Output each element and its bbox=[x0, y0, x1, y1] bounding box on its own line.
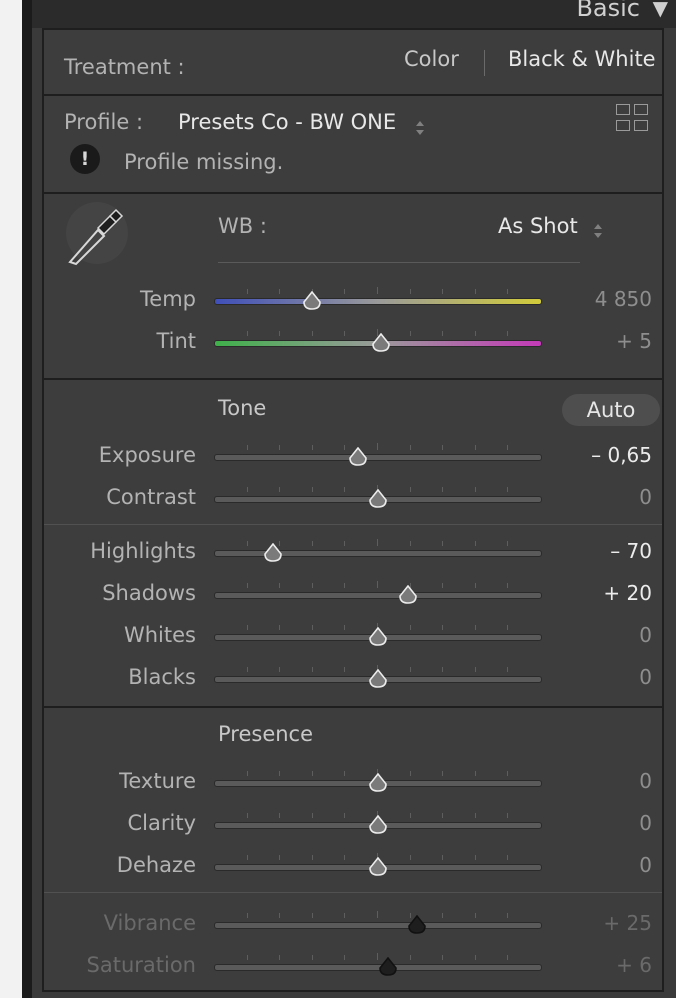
slider-contrast[interactable]: Contrast 0 bbox=[44, 477, 662, 517]
vibrance-ticks bbox=[214, 911, 542, 919]
exposure-track[interactable] bbox=[214, 454, 542, 461]
slider-blacks[interactable]: Blacks 0 bbox=[44, 657, 662, 697]
exposure-label: Exposure bbox=[98, 443, 196, 467]
stepper-arrows-icon[interactable] bbox=[414, 119, 426, 137]
exposure-value[interactable]: – 0,65 bbox=[591, 443, 652, 467]
temp-ticks bbox=[214, 287, 542, 295]
slider-exposure[interactable]: Exposure – 0,65 bbox=[44, 435, 662, 475]
slider-highlights[interactable]: Highlights – 70 bbox=[44, 531, 662, 571]
profile-warning: Profile missing. bbox=[124, 150, 284, 174]
slider-thumb-icon[interactable] bbox=[368, 815, 388, 835]
slider-thumb-icon[interactable] bbox=[368, 489, 388, 509]
exposure-ticks bbox=[214, 443, 542, 451]
presence-header: Presence bbox=[218, 722, 314, 746]
vibrance-label: Vibrance bbox=[103, 911, 196, 935]
slider-texture[interactable]: Texture 0 bbox=[44, 761, 662, 801]
slider-thumb-icon[interactable] bbox=[263, 543, 283, 563]
auto-tone-button[interactable]: Auto bbox=[562, 394, 660, 426]
basic-panel-header[interactable]: Basic ▼ bbox=[32, 0, 676, 28]
slider-thumb-icon[interactable] bbox=[368, 669, 388, 689]
shadows-label: Shadows bbox=[102, 581, 196, 605]
vibrance-track[interactable] bbox=[214, 922, 542, 929]
profile-dropdown[interactable]: Presets Co - BW ONE bbox=[178, 110, 396, 134]
contrast-value[interactable]: 0 bbox=[639, 485, 652, 509]
divider bbox=[44, 524, 662, 525]
blacks-value[interactable]: 0 bbox=[639, 665, 652, 689]
treatment-separator bbox=[484, 50, 485, 76]
panel-edge bbox=[22, 0, 32, 998]
slider-thumb-icon[interactable] bbox=[368, 857, 388, 877]
slider-vibrance[interactable]: Vibrance + 25 bbox=[44, 903, 662, 943]
shadows-ticks bbox=[214, 581, 542, 589]
saturation-value[interactable]: + 6 bbox=[616, 953, 652, 977]
slider-thumb-icon[interactable] bbox=[371, 333, 391, 353]
slider-shadows[interactable]: Shadows + 20 bbox=[44, 573, 662, 613]
slider-thumb-icon[interactable] bbox=[398, 585, 418, 605]
wb-label: WB : bbox=[218, 214, 267, 238]
tint-label: Tint bbox=[156, 329, 196, 353]
slider-thumb-icon[interactable] bbox=[407, 915, 427, 935]
temp-track[interactable] bbox=[214, 298, 542, 305]
wb-underline bbox=[218, 262, 580, 263]
temp-label: Temp bbox=[140, 287, 196, 311]
slider-temp[interactable]: Temp 4 850 bbox=[44, 279, 662, 319]
treatment-label: Treatment : bbox=[64, 55, 185, 79]
dehaze-label: Dehaze bbox=[116, 853, 196, 877]
shadows-value[interactable]: + 20 bbox=[603, 581, 652, 605]
divider bbox=[44, 706, 662, 708]
profile-label: Profile : bbox=[64, 110, 144, 134]
left-edge-strip bbox=[0, 0, 22, 998]
basic-panel: Treatment : Color Black & White Profile … bbox=[42, 28, 664, 992]
slider-tint[interactable]: Tint + 5 bbox=[44, 321, 662, 361]
whites-value[interactable]: 0 bbox=[639, 623, 652, 647]
profile-grid-icon[interactable] bbox=[614, 102, 652, 134]
wb-dropdown[interactable]: As Shot bbox=[498, 214, 578, 238]
clarity-value[interactable]: 0 bbox=[639, 811, 652, 835]
divider bbox=[44, 892, 662, 893]
slider-thumb-icon[interactable] bbox=[378, 957, 398, 977]
dehaze-value[interactable]: 0 bbox=[639, 853, 652, 877]
divider bbox=[44, 94, 662, 96]
slider-thumb-icon[interactable] bbox=[302, 291, 322, 311]
slider-saturation[interactable]: Saturation + 6 bbox=[44, 945, 662, 985]
eyedropper-icon[interactable] bbox=[64, 202, 130, 268]
treatment-bw-option[interactable]: Black & White bbox=[508, 47, 656, 71]
blacks-label: Blacks bbox=[128, 665, 196, 689]
stepper-arrows-icon[interactable] bbox=[592, 222, 604, 240]
disclosure-triangle-icon[interactable]: ▼ bbox=[653, 0, 668, 20]
saturation-label: Saturation bbox=[86, 953, 196, 977]
contrast-label: Contrast bbox=[106, 485, 196, 509]
tone-header: Tone bbox=[218, 396, 267, 420]
divider bbox=[44, 378, 662, 380]
slider-thumb-icon[interactable] bbox=[348, 447, 368, 467]
slider-dehaze[interactable]: Dehaze 0 bbox=[44, 845, 662, 885]
highlights-value[interactable]: – 70 bbox=[610, 539, 652, 563]
slider-clarity[interactable]: Clarity 0 bbox=[44, 803, 662, 843]
panel-title: Basic bbox=[576, 0, 640, 22]
treatment-color-option[interactable]: Color bbox=[404, 47, 459, 71]
texture-value[interactable]: 0 bbox=[639, 769, 652, 793]
slider-thumb-icon[interactable] bbox=[368, 627, 388, 647]
divider bbox=[44, 192, 662, 194]
slider-thumb-icon[interactable] bbox=[368, 773, 388, 793]
tint-value[interactable]: + 5 bbox=[616, 329, 652, 353]
clarity-label: Clarity bbox=[127, 811, 197, 835]
vibrance-value[interactable]: + 25 bbox=[603, 911, 652, 935]
temp-value[interactable]: 4 850 bbox=[595, 287, 652, 311]
texture-label: Texture bbox=[119, 769, 196, 793]
whites-label: Whites bbox=[123, 623, 196, 647]
slider-whites[interactable]: Whites 0 bbox=[44, 615, 662, 655]
warning-icon: ! bbox=[70, 144, 100, 174]
shadows-track[interactable] bbox=[214, 592, 542, 599]
highlights-label: Highlights bbox=[90, 539, 196, 563]
